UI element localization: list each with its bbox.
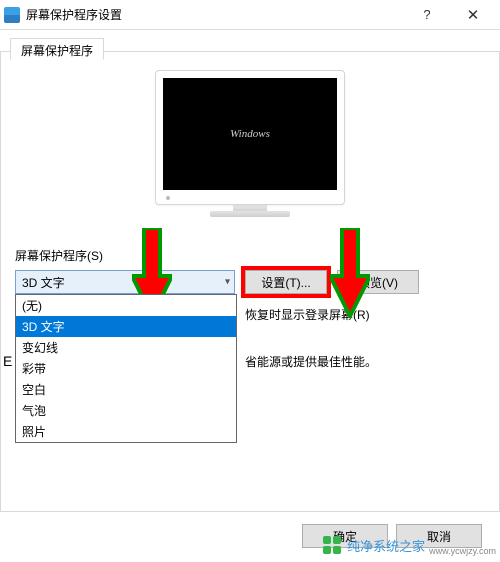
preview-button-label: 预览(V) <box>358 274 398 291</box>
option-ribbons[interactable]: 彩带 <box>16 358 236 379</box>
energy-description: 省能源或提供最佳性能。 <box>245 353 485 370</box>
watermark-url: www.ycwjzy.com <box>429 546 496 556</box>
option-mystify[interactable]: 变幻线 <box>16 337 236 358</box>
window-title: 屏幕保护程序设置 <box>26 6 404 23</box>
option-blank[interactable]: 空白 <box>16 379 236 400</box>
close-button[interactable]: ✕ <box>450 1 496 29</box>
resume-checkbox-label: 恢复时显示登录屏幕(R) <box>245 306 485 323</box>
watermark: 纯净系统之家 www.ycwjzy.com <box>323 534 496 556</box>
monitor-preview: Windows <box>155 70 345 205</box>
client-area: 屏幕保护程序 Windows 屏幕保 <box>0 30 500 562</box>
tab-panel: Windows 屏幕保护程序(S) 3D 文字 ▾ <box>0 51 500 512</box>
chevron-down-icon: ▾ <box>225 277 230 288</box>
monitor-screen: Windows <box>163 78 337 190</box>
group-label-screensaver: 屏幕保护程序(S) <box>15 247 485 264</box>
energy-prefix: E <box>3 353 12 369</box>
monitor-stand <box>155 205 345 217</box>
help-button[interactable]: ? <box>404 1 450 29</box>
watermark-brand: 纯净系统之家 <box>347 536 425 555</box>
screensaver-controls-row: 3D 文字 ▾ (无) 3D 文字 变幻线 彩带 空白 气泡 照片 设置(T).… <box>15 270 485 294</box>
settings-button[interactable]: 设置(T)... <box>245 270 327 294</box>
monitor-preview-wrap: Windows <box>15 70 485 217</box>
tab-screensaver[interactable]: 屏幕保护程序 <box>10 38 104 60</box>
watermark-logo-icon <box>323 536 341 554</box>
app-icon <box>4 7 20 23</box>
option-bubbles[interactable]: 气泡 <box>16 400 236 421</box>
option-none[interactable]: (无) <box>16 295 236 316</box>
screensaver-dropdown-list: (无) 3D 文字 变幻线 彩带 空白 气泡 照片 <box>15 294 237 443</box>
screensaver-preview-text: Windows <box>230 128 270 140</box>
preview-button[interactable]: 预览(V) <box>337 270 419 294</box>
titlebar: 屏幕保护程序设置 ? ✕ <box>0 0 500 30</box>
settings-button-label: 设置(T)... <box>261 274 310 291</box>
combo-selected-text: 3D 文字 <box>22 274 65 291</box>
option-photos[interactable]: 照片 <box>16 421 236 442</box>
option-3d-text[interactable]: 3D 文字 <box>16 316 236 337</box>
monitor-bezel-bar <box>163 196 337 200</box>
screensaver-combo[interactable]: 3D 文字 ▾ (无) 3D 文字 变幻线 彩带 空白 气泡 照片 <box>15 270 235 294</box>
